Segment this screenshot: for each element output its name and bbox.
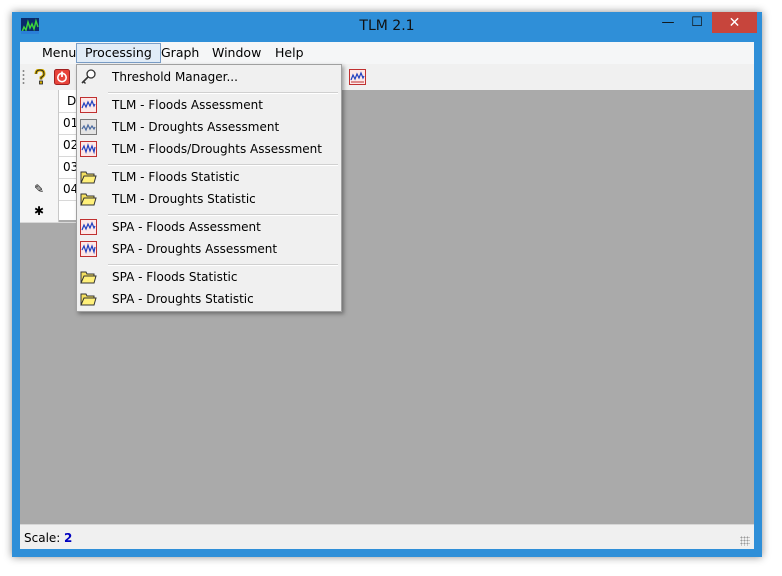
data-grid: D 01 02 03 ✎ 04 ✱ [20,90,80,223]
grid-header-row: D [20,90,80,113]
chart-icon [80,97,97,113]
menu-item-tlm-floods-assessment[interactable]: TLM - Floods Assessment [77,94,341,116]
menu-graph[interactable]: Graph [153,44,207,62]
row-marker[interactable] [20,156,59,178]
maximize-icon: ☐ [691,15,703,30]
help-icon [34,69,46,85]
edit-row-marker[interactable]: ✎ [20,178,59,200]
menu-item-label: TLM - Droughts Statistic [112,192,256,206]
power-icon [54,69,70,85]
folder-icon [80,271,97,284]
menu-item-tlm-floods-statistic[interactable]: TLM - Floods Statistic [77,166,341,188]
menu-item-label: Threshold Manager... [112,70,238,84]
key-icon [81,69,96,84]
menu-bar: Menu Processing Graph Window Help [20,42,754,64]
menu-item-tlm-floods-droughts-assessment[interactable]: TLM - Floods/Droughts Assessment [77,138,341,160]
chart-icon [80,141,97,157]
minimize-icon: — [661,15,675,30]
table-row[interactable]: ✎ 04 [20,178,80,201]
maximize-button[interactable]: ☐ [684,12,710,33]
menu-processing[interactable]: Processing [76,43,161,63]
menu-item-spa-floods-assessment[interactable]: SPA - Floods Assessment [77,216,341,238]
chart-icon [80,241,97,257]
menu-item-label: SPA - Floods Assessment [112,220,261,234]
folder-icon [80,171,97,184]
menu-help[interactable]: Help [267,44,312,62]
menu-item-threshold-manager[interactable]: Threshold Manager... [77,66,341,88]
row-marker[interactable] [20,112,59,134]
table-row[interactable]: 03 [20,156,80,179]
toolbar-grip[interactable] [22,69,25,85]
menu-item-label: SPA - Floods Statistic [112,270,238,284]
chart-icon [80,219,97,235]
scale-value: 2 [64,531,73,545]
table-row[interactable]: 01 [20,112,80,135]
row-marker[interactable] [20,134,59,156]
window-title: TLM 2.1 [359,18,415,34]
menu-item-tlm-droughts-assessment[interactable]: TLM - Droughts Assessment [77,116,341,138]
menu-item-label: SPA - Droughts Assessment [112,242,278,256]
toolbar-chart-button[interactable] [347,67,367,87]
menu-item-tlm-droughts-statistic[interactable]: TLM - Droughts Statistic [77,188,341,210]
chart-gray-icon [80,119,97,135]
status-bar: Scale: 2 [20,524,754,549]
table-row[interactable]: 02 [20,134,80,157]
menu-item-spa-droughts-statistic[interactable]: SPA - Droughts Statistic [77,288,341,310]
close-icon: ✕ [728,14,741,31]
menu-item-label: TLM - Droughts Assessment [112,120,280,134]
title-bar[interactable]: TLM 2.1 — ☐ ✕ [12,12,762,42]
help-button[interactable] [30,67,50,87]
chart-icon [348,69,366,85]
column-header[interactable]: D [67,94,76,108]
minimize-button[interactable]: — [655,12,681,33]
menu-item-label: TLM - Floods Statistic [112,170,240,184]
new-row-marker[interactable]: ✱ [20,200,59,222]
scale-label: Scale: [24,531,61,545]
folder-icon [80,193,97,206]
menu-item-label: TLM - Floods/Droughts Assessment [112,142,322,156]
new-row[interactable]: ✱ [20,200,80,223]
exit-button[interactable] [52,67,72,87]
grid-corner[interactable] [20,90,59,112]
menu-item-label: SPA - Droughts Statistic [112,292,254,306]
menu-item-label: TLM - Floods Assessment [112,98,263,112]
processing-dropdown-menu: Threshold Manager... TLM - Floods Assess… [76,64,342,312]
menu-window[interactable]: Window [204,44,269,62]
resize-grip[interactable] [740,536,750,546]
menu-item-spa-droughts-assessment[interactable]: SPA - Droughts Assessment [77,238,341,260]
folder-icon [80,293,97,306]
close-button[interactable]: ✕ [712,12,757,33]
menu-item-spa-floods-statistic[interactable]: SPA - Floods Statistic [77,266,341,288]
